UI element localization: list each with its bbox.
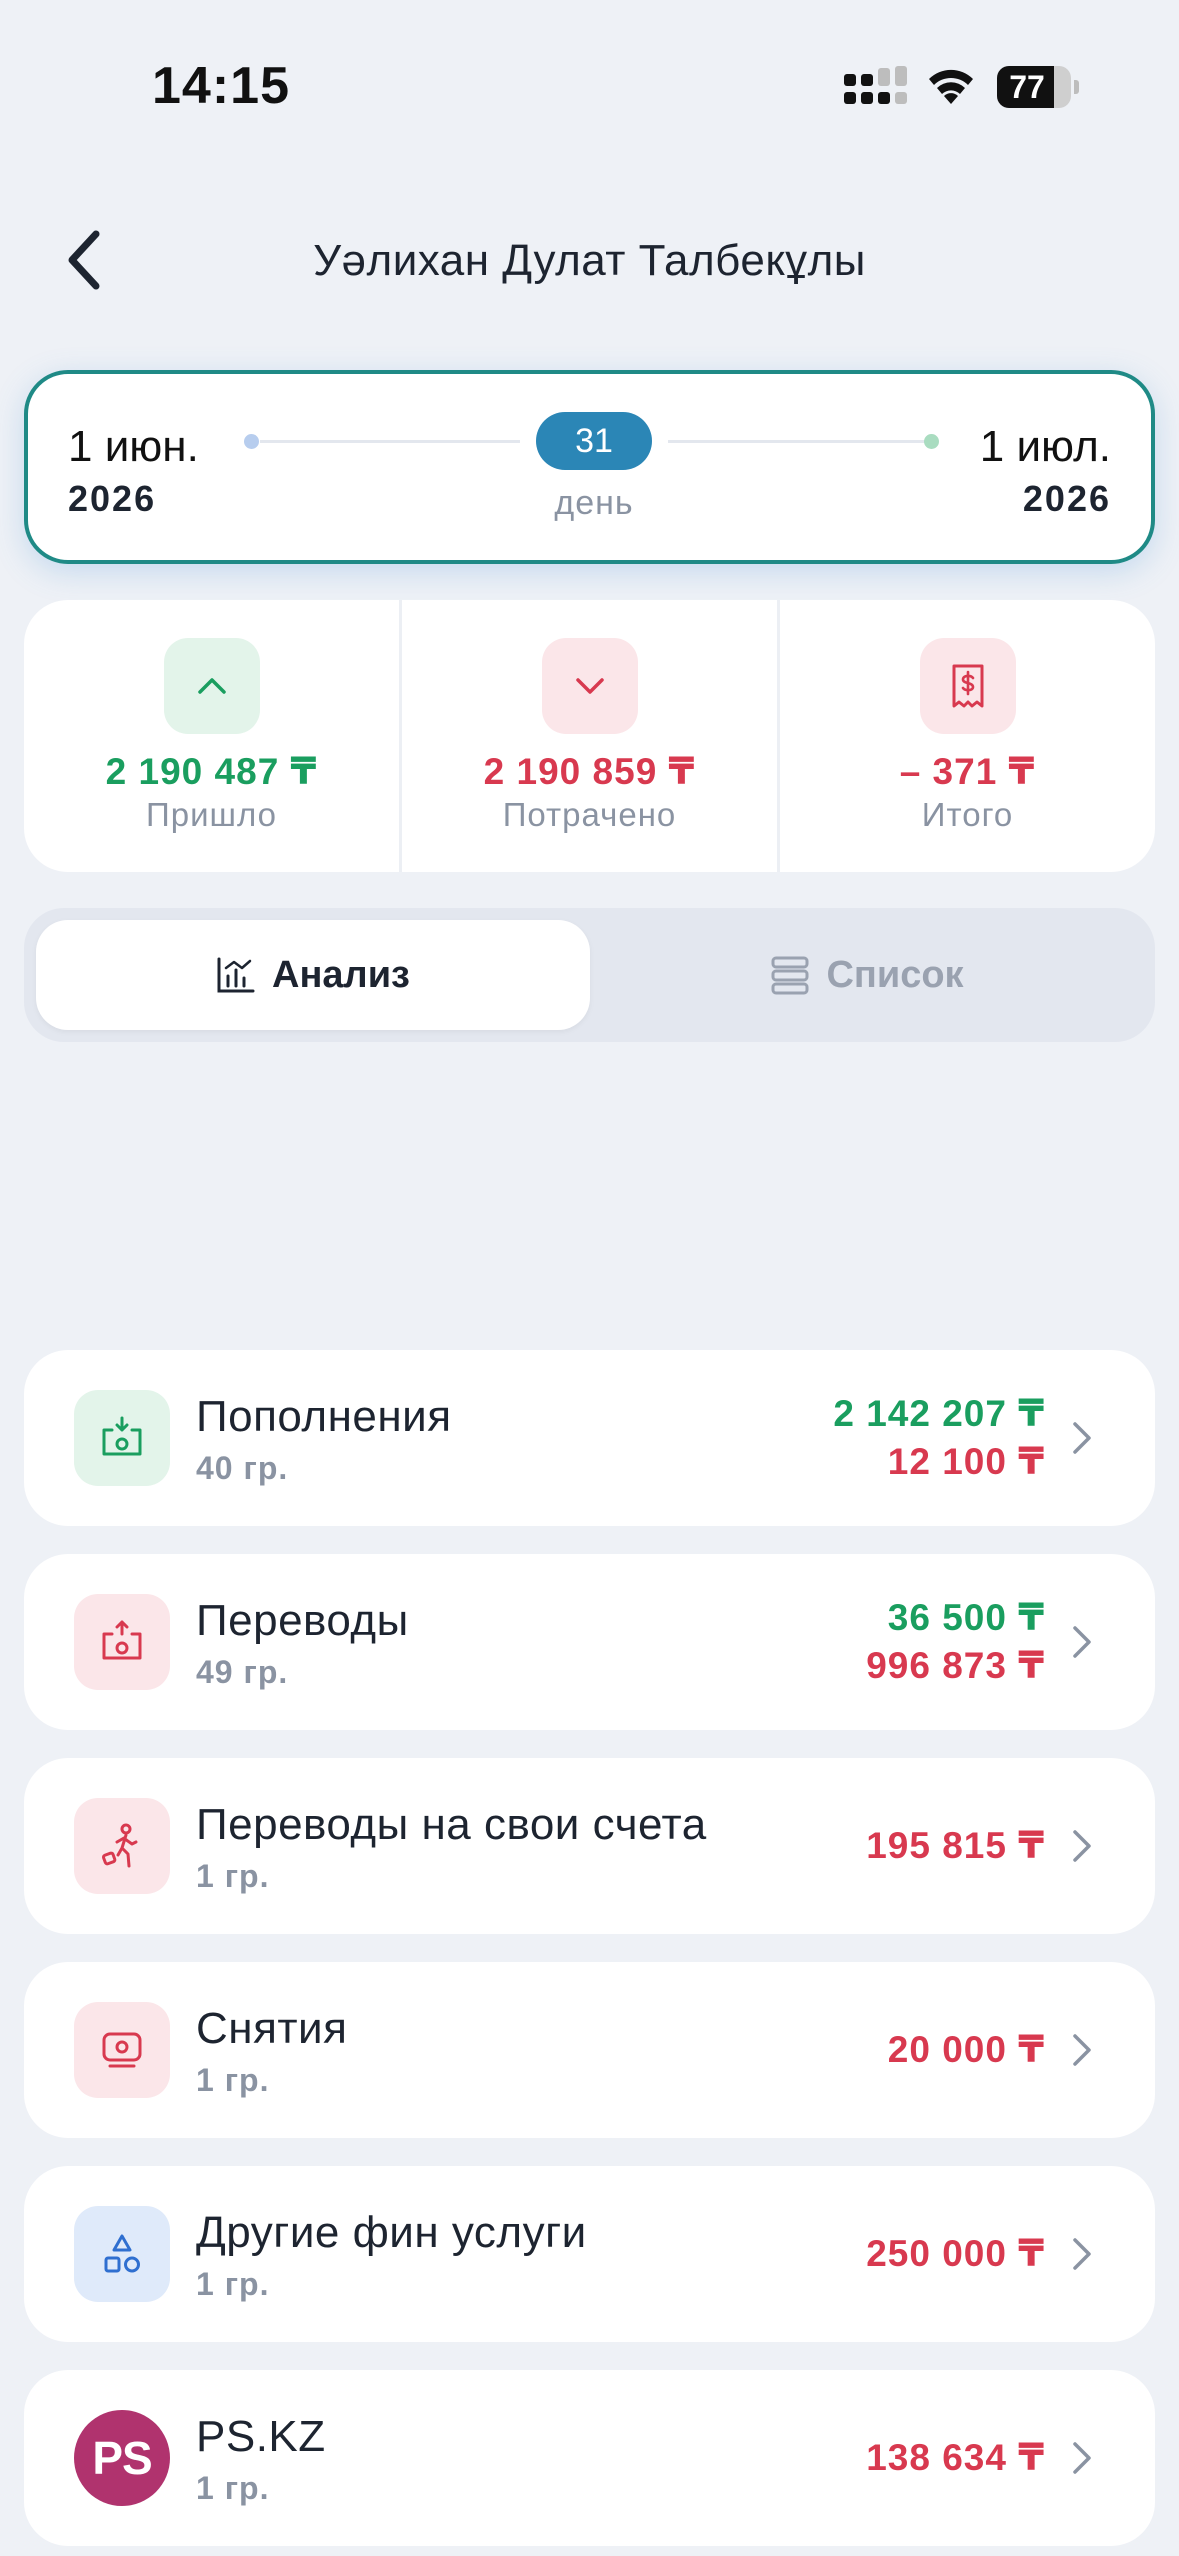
- spent-value: 2 190 859 ₸: [483, 751, 696, 792]
- chevron-right-icon: [1073, 1830, 1091, 1862]
- category-expense-amount: 250 000 ₸: [866, 2233, 1045, 2274]
- withdrawal-icon: [74, 2002, 170, 2098]
- category-expense-amount: 12 100 ₸: [887, 1441, 1045, 1482]
- category-income-amount: 36 500 ₸: [887, 1597, 1045, 1638]
- category-income-amount: 2 142 207 ₸: [833, 1393, 1045, 1434]
- view-mode-tabs: Анализ Список: [24, 908, 1155, 1042]
- battery-level-text: 77: [1009, 69, 1045, 105]
- category-title: Снятия: [196, 2004, 348, 2053]
- days-count-badge: 31: [536, 412, 652, 470]
- ps-kz-logo: PS: [74, 2410, 170, 2506]
- cellular-signal-icon: [844, 66, 907, 104]
- tab-list-label: Список: [826, 953, 964, 996]
- category-expense-amount: 195 815 ₸: [866, 1825, 1045, 1866]
- chevron-right-icon: [1073, 2238, 1091, 2270]
- category-count: 1 гр.: [196, 2470, 270, 2506]
- category-count: 1 гр.: [196, 1858, 270, 1894]
- category-row-deposits[interactable]: Пополнения 40 гр. 2 142 207 ₸ 12 100 ₸: [24, 1350, 1155, 1526]
- timeline-line-left: [260, 440, 520, 443]
- period-end-day: 1 июл.: [979, 422, 1111, 471]
- category-title: Другие фин услуги: [196, 2208, 587, 2257]
- period-start-day: 1 июн.: [68, 422, 199, 471]
- list-icon: [771, 956, 809, 995]
- ps-kz-logo-text: PS: [74, 2410, 170, 2506]
- timeline-end-dot: [924, 434, 939, 449]
- income-value: 2 190 487 ₸: [105, 751, 318, 792]
- category-count: 1 гр.: [196, 2062, 270, 2098]
- tab-list[interactable]: Список: [590, 920, 1144, 1030]
- category-title: Переводы на свои счета: [196, 1800, 707, 1849]
- chevron-left-icon: [68, 230, 100, 290]
- category-row-transfers[interactable]: Переводы 49 гр. 36 500 ₸ 996 873 ₸: [24, 1554, 1155, 1730]
- chevron-right-icon: [1073, 2442, 1091, 2474]
- chevron-right-icon: [1073, 1422, 1091, 1454]
- chevron-up-icon: [163, 638, 260, 734]
- wifi-icon: [929, 69, 973, 104]
- status-time: 14:15: [152, 57, 290, 115]
- category-count: 40 гр.: [196, 1450, 289, 1486]
- page-title: Уәлихан Дулат Талбекұлы: [313, 236, 866, 285]
- chevron-down-icon: [541, 638, 638, 734]
- deposit-icon: [74, 1390, 170, 1486]
- status-bar: 14:15 77: [0, 0, 1179, 150]
- summary-income[interactable]: 2 190 487 ₸ Пришло: [24, 600, 399, 872]
- days-label: день: [554, 484, 634, 522]
- category-expense-amount: 996 873 ₸: [866, 1645, 1045, 1686]
- period-selector[interactable]: 1 июн. 2026 31 день 1 июл. 2026: [24, 370, 1155, 564]
- category-count: 49 гр.: [196, 1654, 289, 1690]
- category-row-own-accounts[interactable]: Переводы на свои счета 1 гр. 195 815 ₸: [24, 1758, 1155, 1934]
- shapes-icon: [74, 2206, 170, 2302]
- summary-spent[interactable]: 2 190 859 ₸ Потрачено: [399, 600, 777, 872]
- total-label: Итого: [921, 796, 1014, 833]
- total-value: – 371 ₸: [899, 751, 1036, 792]
- category-count: 1 гр.: [196, 2266, 270, 2302]
- chevron-right-icon: [1073, 2034, 1091, 2066]
- tab-analysis-label: Анализ: [272, 953, 410, 996]
- category-expense-amount: 20 000 ₸: [887, 2029, 1045, 2070]
- chevron-right-icon: [1073, 1626, 1091, 1658]
- transfer-icon: [74, 1594, 170, 1690]
- category-title: PS.KZ: [196, 2412, 326, 2461]
- battery-indicator: 77: [997, 66, 1079, 108]
- category-row-withdrawals[interactable]: Снятия 1 гр. 20 000 ₸: [24, 1962, 1155, 2138]
- period-start-year: 2026: [68, 478, 157, 519]
- back-button[interactable]: [52, 222, 116, 298]
- category-row-other-financial[interactable]: Другие фин услуги 1 гр. 250 000 ₸: [24, 2166, 1155, 2342]
- category-title: Переводы: [196, 1596, 409, 1645]
- category-title: Пополнения: [196, 1392, 452, 1441]
- category-expense-amount: 138 634 ₸: [866, 2437, 1045, 2478]
- summary-total[interactable]: – 371 ₸ Итого: [777, 600, 1155, 872]
- category-row-ps-kz[interactable]: PS PS.KZ 1 гр. 138 634 ₸: [24, 2370, 1155, 2546]
- tab-analysis[interactable]: Анализ: [36, 920, 590, 1030]
- summary-card: 2 190 487 ₸ Пришло 2 190 859 ₸ Потрачено…: [24, 600, 1155, 872]
- chart-icon: [217, 957, 255, 993]
- period-end-year: 2026: [1022, 478, 1111, 519]
- own-accounts-transfer-icon: [74, 1798, 170, 1894]
- receipt-icon: [919, 638, 1016, 734]
- spent-label: Потрачено: [502, 796, 677, 833]
- timeline-line-right: [668, 440, 936, 443]
- income-label: Пришло: [146, 796, 277, 833]
- timeline-start-dot: [244, 434, 259, 449]
